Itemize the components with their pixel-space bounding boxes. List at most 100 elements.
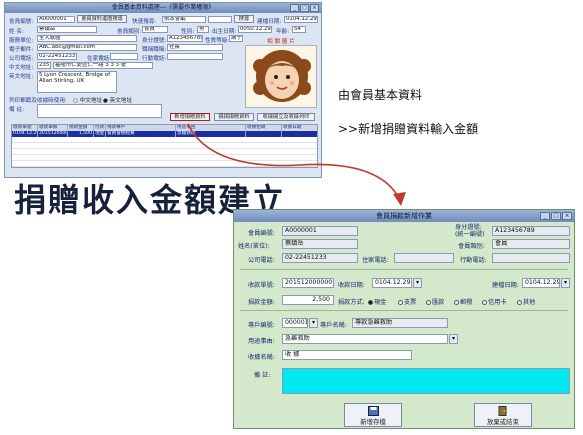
table-cell: 2015120000: [39, 131, 68, 137]
curved-arrow-icon: [187, 123, 406, 206]
office-tel-field[interactable]: 02-22451233: [37, 53, 77, 60]
member-type-field[interactable]: 會員: [492, 239, 570, 249]
save-disk-icon: [367, 406, 379, 416]
company-label: 服務單位:: [9, 38, 34, 44]
id-field[interactable]: A123456789: [492, 226, 570, 236]
mobile-label: 行動電話:: [460, 257, 487, 264]
email-label: 電子郵件:: [9, 47, 34, 53]
account-name-label: 專戶名稱:: [320, 322, 347, 329]
maximize-icon[interactable]: □: [300, 4, 309, 12]
quick-search-label: 快速搜尋:: [132, 19, 157, 25]
name-field[interactable]: 蔡鎮岳: [37, 26, 97, 33]
job-title-label: 職稱職稱:: [142, 47, 167, 53]
home-tel-field[interactable]: [110, 53, 138, 60]
unit-title-field[interactable]: 謝子金: [229, 35, 243, 42]
created-date-field[interactable]: 0104.12.29: [522, 278, 560, 288]
member-type-label: 會員類別:: [117, 29, 142, 35]
receipt-date-field[interactable]: 0104.12.29: [372, 278, 412, 288]
member-window-title: 會員基本資料處理---《需要作業權限》: [111, 4, 215, 11]
exit-door-icon: [498, 406, 506, 416]
name-label: 姓名(單位):: [238, 243, 270, 250]
job-title-field[interactable]: 社長: [167, 44, 223, 51]
home-tel-field[interactable]: [394, 253, 454, 263]
maximize-icon[interactable]: □: [551, 212, 561, 220]
small-note-label: 備 註:: [9, 107, 24, 113]
office-tel-field[interactable]: 02-22451233: [282, 253, 358, 263]
minimize-icon[interactable]: _: [290, 4, 299, 12]
en-address-label: 英文地址:: [9, 74, 34, 80]
calendar-dropdown-icon[interactable]: ▾: [413, 278, 422, 288]
save-button-label: 新增存檔: [360, 418, 386, 426]
id-label: 身分證號: (統一編號): [455, 224, 485, 238]
member-type-label: 會員類別:: [458, 243, 485, 250]
company-field[interactable]: 全大軟體: [37, 35, 137, 42]
birth-date-label: 出生日期:: [212, 29, 237, 35]
calendar-dropdown-icon[interactable]: ▾: [561, 278, 570, 288]
en-address-field[interactable]: 5 Lyon Crescent, Bridge of Allan Stirlin…: [37, 71, 117, 93]
close-icon[interactable]: ×: [562, 212, 572, 220]
home-tel-label: 住家電話:: [87, 56, 112, 62]
mobile-field[interactable]: [492, 253, 570, 263]
quick-search-select[interactable]: 依本會編: [162, 16, 206, 23]
email-field[interactable]: ABC.abc@gmail.com: [37, 44, 137, 51]
divider: [240, 269, 568, 270]
member-type-field[interactable]: 會員: [142, 26, 168, 33]
receipt-no-label: 收款單號:: [248, 282, 275, 289]
method-radio-transfer[interactable]: 匯款: [426, 297, 444, 306]
receipt-title-label: 收據名稱:: [248, 354, 275, 361]
office-tel-label: 公司電話:: [248, 257, 275, 264]
id-field[interactable]: A123456789: [167, 35, 203, 42]
print-option-english[interactable]: ● 英文地址: [103, 96, 132, 104]
zip-label: 中文地址:: [9, 65, 34, 71]
donation-window-title: 會員捐款新增作業: [376, 212, 432, 220]
birth-date-field[interactable]: 0050.12.29: [238, 26, 272, 33]
print-option-chinese[interactable]: ○ 中文地址: [73, 96, 102, 104]
quick-search-input[interactable]: [208, 16, 232, 23]
method-radio-cash[interactable]: 現金: [368, 297, 386, 306]
created-date-label: 建檔日期:: [492, 282, 519, 289]
member-no-label: 會員編號:: [9, 19, 34, 25]
note-label: 備 註:: [254, 372, 271, 379]
account-name-field[interactable]: 專款急難救助: [352, 318, 448, 328]
account-no-field[interactable]: 000001: [282, 318, 308, 328]
purpose-field[interactable]: 急難救助: [282, 334, 448, 344]
close-icon[interactable]: ×: [310, 4, 319, 12]
purpose-dropdown-icon[interactable]: ▾: [449, 334, 458, 344]
address-field[interactable]: 基隆市仁愛區仁一路 3 3 3 號: [53, 62, 153, 69]
unit-title-label: 性質等級:: [205, 38, 230, 44]
table-cell: 現金: [95, 131, 106, 137]
divider: [240, 310, 568, 311]
minimize-icon[interactable]: _: [540, 212, 550, 220]
created-date-label: 建檔日期:: [257, 19, 282, 25]
close-button[interactable]: 放棄或結束: [474, 403, 532, 427]
table-cell: 0104.12.29: [13, 131, 38, 137]
method-radio-other[interactable]: 其他: [517, 297, 535, 306]
method-radio-check[interactable]: 支票: [398, 297, 416, 306]
print-option-label: 列印郵戳及收據時使用:: [9, 98, 67, 104]
note-field[interactable]: [282, 368, 570, 394]
receipt-no-field[interactable]: 2015120000001: [282, 278, 334, 288]
amount-field[interactable]: 2,500: [282, 295, 334, 305]
name-field[interactable]: 蔡鎮岳: [282, 239, 358, 249]
created-date-field[interactable]: 0104.12.29: [284, 16, 318, 23]
mobile-field[interactable]: [167, 53, 223, 60]
search-button[interactable]: 搜尋: [234, 15, 254, 23]
table-cell: 會員會務經費: [106, 131, 176, 137]
name-label: 姓 名:: [9, 29, 24, 35]
method-radio-credit[interactable]: 信用卡: [482, 297, 507, 306]
account-dropdown-icon[interactable]: ▾: [309, 318, 318, 328]
member-no-field[interactable]: A0000001: [37, 16, 75, 23]
small-note-field[interactable]: [37, 104, 162, 118]
table-cell: 1,500: [68, 131, 94, 137]
save-button[interactable]: 新增存檔: [344, 403, 402, 427]
id-label: 身分證號:: [142, 38, 167, 44]
advanced-search-button[interactable]: 會員資料進階搜尋: [77, 15, 127, 23]
receipt-title-field[interactable]: 收 據: [282, 350, 412, 360]
member-no-field[interactable]: A0000001: [282, 226, 358, 236]
gender-field[interactable]: 男: [197, 26, 209, 33]
annotation-line-1: 由會員基本資料: [338, 88, 423, 102]
close-button-label: 放棄或結束: [487, 418, 519, 426]
zip-field[interactable]: 235: [37, 62, 51, 69]
age-field[interactable]: 54: [292, 26, 306, 33]
method-radio-postal[interactable]: 郵撥: [454, 297, 472, 306]
